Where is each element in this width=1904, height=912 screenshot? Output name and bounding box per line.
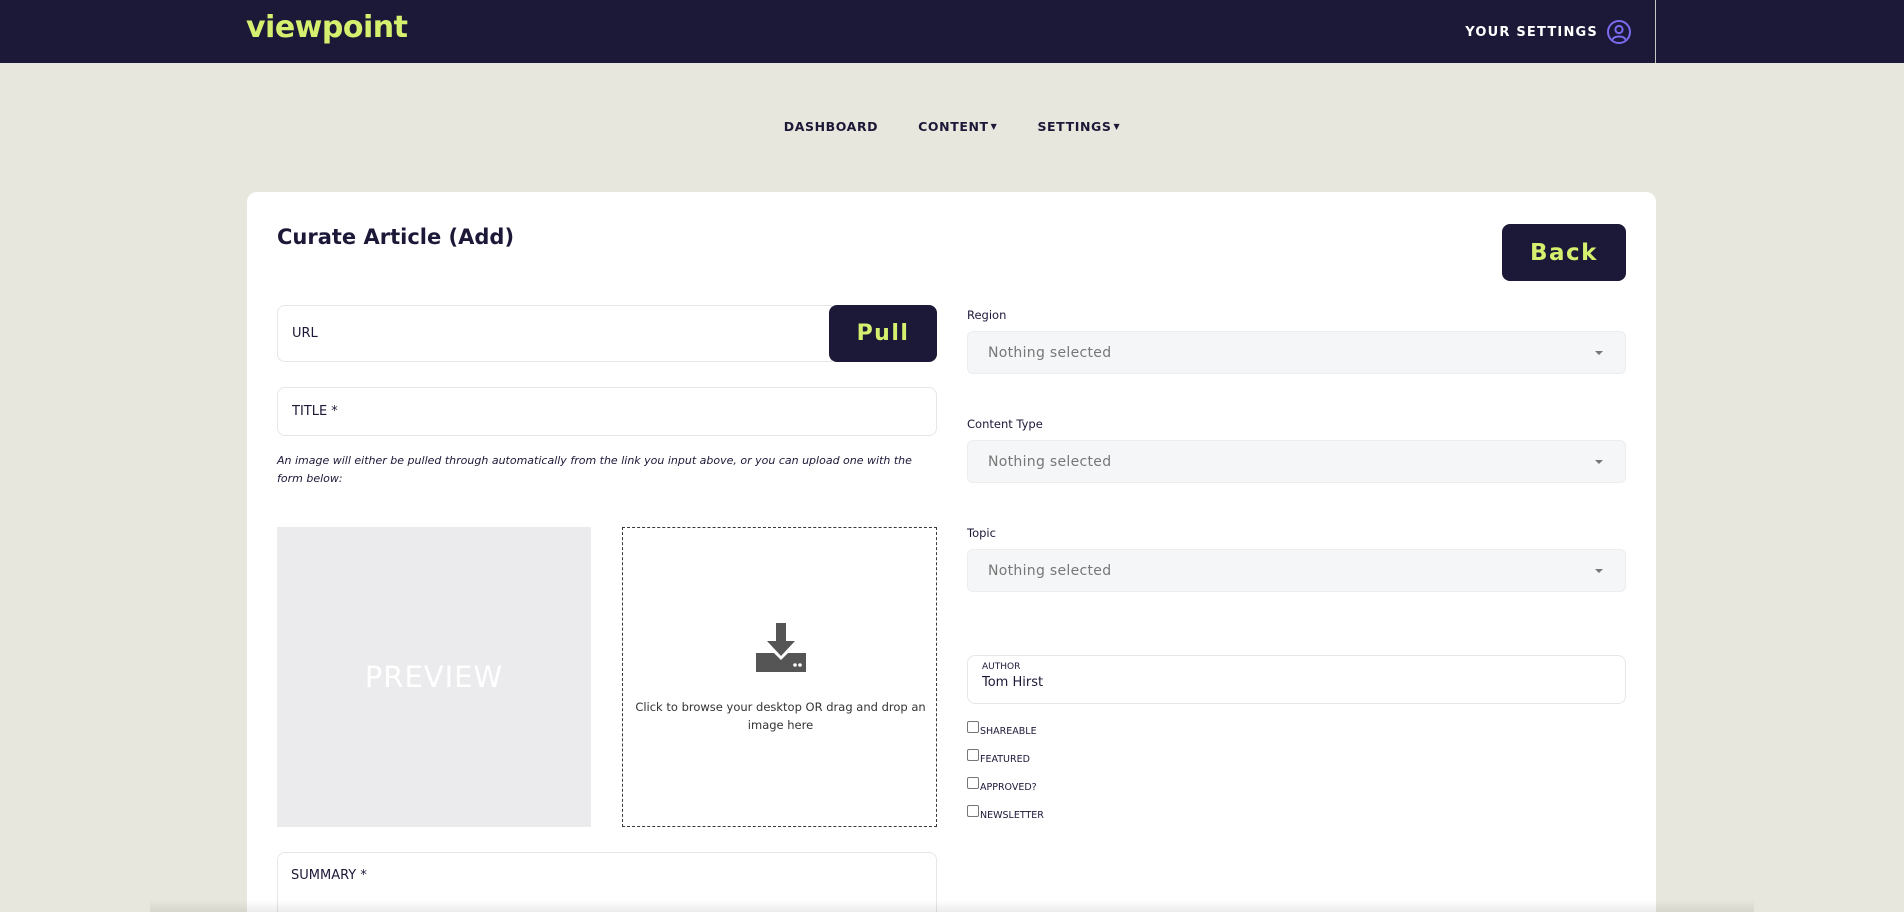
image-preview: PREVIEW xyxy=(277,527,591,827)
preview-label: PREVIEW xyxy=(364,660,504,694)
topic-select[interactable]: Nothing selected xyxy=(967,549,1626,592)
your-settings-label: YOUR SETTINGS xyxy=(1465,24,1598,40)
top-bar: viewpoint YOUR SETTINGS xyxy=(0,0,1904,63)
main-nav: DASHBOARD CONTENT ▼ SETTINGS ▼ xyxy=(0,119,1904,134)
nav-dashboard[interactable]: DASHBOARD xyxy=(784,119,878,134)
featured-option: FEATURED xyxy=(967,749,1030,765)
region-label: Region xyxy=(967,308,1007,322)
nav-settings[interactable]: SETTINGS ▼ xyxy=(1037,119,1120,134)
topic-select-value: Nothing selected xyxy=(988,563,1112,579)
pull-button[interactable]: Pull xyxy=(829,305,937,362)
topbar-divider xyxy=(1655,0,1656,63)
nav-settings-label: SETTINGS xyxy=(1037,119,1112,134)
region-select-value: Nothing selected xyxy=(988,345,1112,361)
caret-down-icon: ▼ xyxy=(990,122,998,131)
summary-label: SUMMARY * xyxy=(291,868,367,883)
caret-down-icon xyxy=(1595,569,1603,573)
shareable-checkbox[interactable] xyxy=(967,721,979,733)
caret-down-icon xyxy=(1595,460,1603,464)
author-field[interactable]: AUTHOR Tom Hirst xyxy=(967,655,1626,704)
newsletter-option: NEWSLETTER xyxy=(967,805,1044,821)
approved-label: APPROVED? xyxy=(980,782,1037,793)
nav-content[interactable]: CONTENT ▼ xyxy=(918,119,997,134)
approved-checkbox[interactable] xyxy=(967,777,979,789)
back-button[interactable]: Back xyxy=(1502,224,1626,281)
download-tray-icon xyxy=(756,623,806,672)
image-dropzone[interactable]: Click to browse your desktop OR drag and… xyxy=(622,527,937,827)
caret-down-icon xyxy=(1595,351,1603,355)
title-input[interactable] xyxy=(277,387,937,436)
bottom-shadow xyxy=(150,900,1754,912)
user-circle-icon xyxy=(1607,20,1631,44)
nav-content-label: CONTENT xyxy=(918,119,989,134)
image-hint-text: An image will either be pulled through a… xyxy=(277,454,912,485)
content-type-label: Content Type xyxy=(967,417,1043,431)
featured-label: FEATURED xyxy=(980,754,1030,765)
newsletter-checkbox[interactable] xyxy=(967,805,979,817)
newsletter-label: NEWSLETTER xyxy=(980,810,1044,821)
featured-checkbox[interactable] xyxy=(967,749,979,761)
author-value: Tom Hirst xyxy=(982,675,1044,690)
article-form-card: Curate Article (Add) Back Pull An image … xyxy=(247,192,1656,912)
author-label: AUTHOR xyxy=(982,662,1021,672)
caret-down-icon: ▼ xyxy=(1113,122,1121,131)
content-type-select-value: Nothing selected xyxy=(988,454,1112,470)
shareable-option: SHAREABLE xyxy=(967,721,1037,737)
page-title: Curate Article (Add) xyxy=(277,225,515,249)
url-input[interactable] xyxy=(277,305,832,362)
content-type-select[interactable]: Nothing selected xyxy=(967,440,1626,483)
viewpoint-logo[interactable]: viewpoint xyxy=(246,10,408,45)
topic-label: Topic xyxy=(967,526,996,540)
shareable-label: SHAREABLE xyxy=(980,726,1037,737)
dropzone-text: Click to browse your desktop OR drag and… xyxy=(635,700,926,732)
approved-option: APPROVED? xyxy=(967,777,1037,793)
your-settings-link[interactable]: YOUR SETTINGS xyxy=(1465,19,1632,45)
region-select[interactable]: Nothing selected xyxy=(967,331,1626,374)
